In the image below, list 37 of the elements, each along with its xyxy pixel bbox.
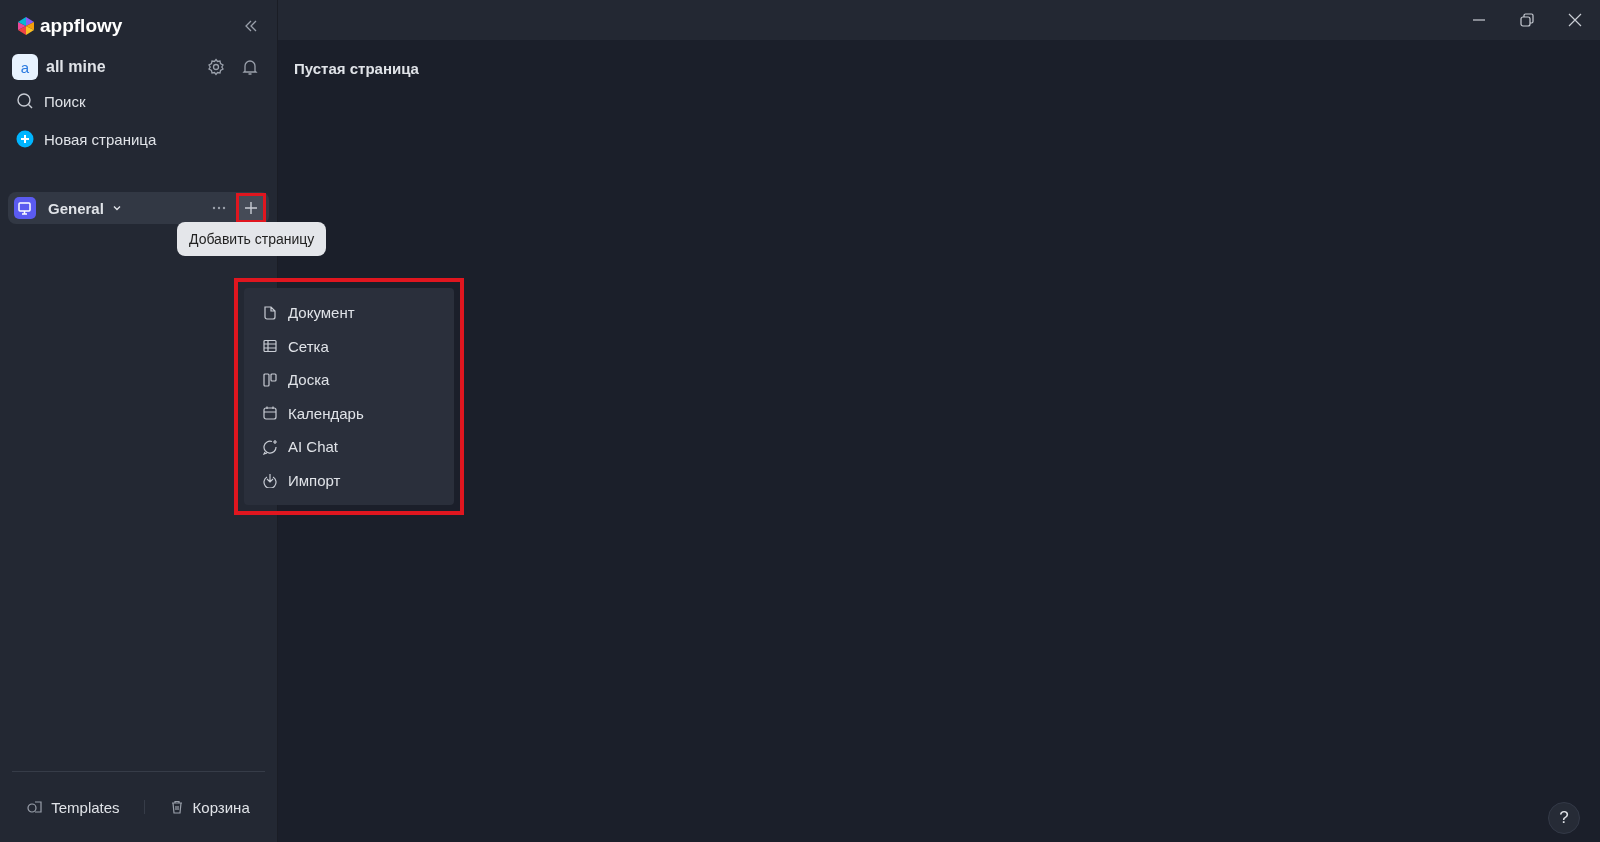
tooltip: Добавить страницу [177, 222, 327, 256]
add-page-button[interactable] [239, 196, 263, 220]
menu-item[interactable]: AI Chat [244, 430, 454, 464]
import-icon [262, 472, 278, 489]
help-button[interactable]: ? [1548, 802, 1580, 834]
app-logo-text: appflowy [40, 15, 123, 37]
space-name: General [48, 199, 104, 217]
collapse-icon[interactable] [243, 18, 259, 34]
logo-icon [16, 16, 36, 36]
board-icon [262, 371, 278, 388]
menu-item[interactable]: Доска [244, 363, 454, 397]
settings-icon[interactable] [207, 58, 225, 76]
close-icon[interactable] [1568, 13, 1582, 27]
menu-item[interactable]: Календарь [244, 396, 454, 430]
plus-icon [244, 201, 258, 215]
grid-icon [262, 338, 278, 355]
bell-icon[interactable] [241, 58, 259, 76]
calendar-icon [262, 405, 278, 422]
menu-item[interactable]: Сетка [244, 329, 454, 363]
workspace-avatar[interactable]: a [12, 54, 38, 80]
footer-link[interactable]: Корзина [168, 798, 250, 816]
templates-icon [27, 799, 44, 815]
restore-icon[interactable] [1520, 13, 1534, 27]
space-icon [14, 197, 36, 219]
chevron-down-icon [111, 203, 122, 213]
plus-circle-icon [16, 130, 34, 148]
footer-link[interactable]: Templates [27, 798, 120, 816]
search-icon [16, 92, 34, 110]
page-title: Пустая страница [293, 59, 420, 79]
menu-item[interactable]: Документ [244, 296, 454, 330]
document-icon [262, 304, 278, 321]
menu-item[interactable]: Импорт [244, 463, 454, 497]
chat-icon [262, 438, 278, 455]
sidebar-item[interactable]: Новая страница [8, 120, 269, 158]
sidebar-item[interactable]: Поиск [8, 82, 269, 120]
space-header[interactable]: General [8, 192, 269, 224]
workspace-name[interactable]: all mine [46, 58, 191, 76]
